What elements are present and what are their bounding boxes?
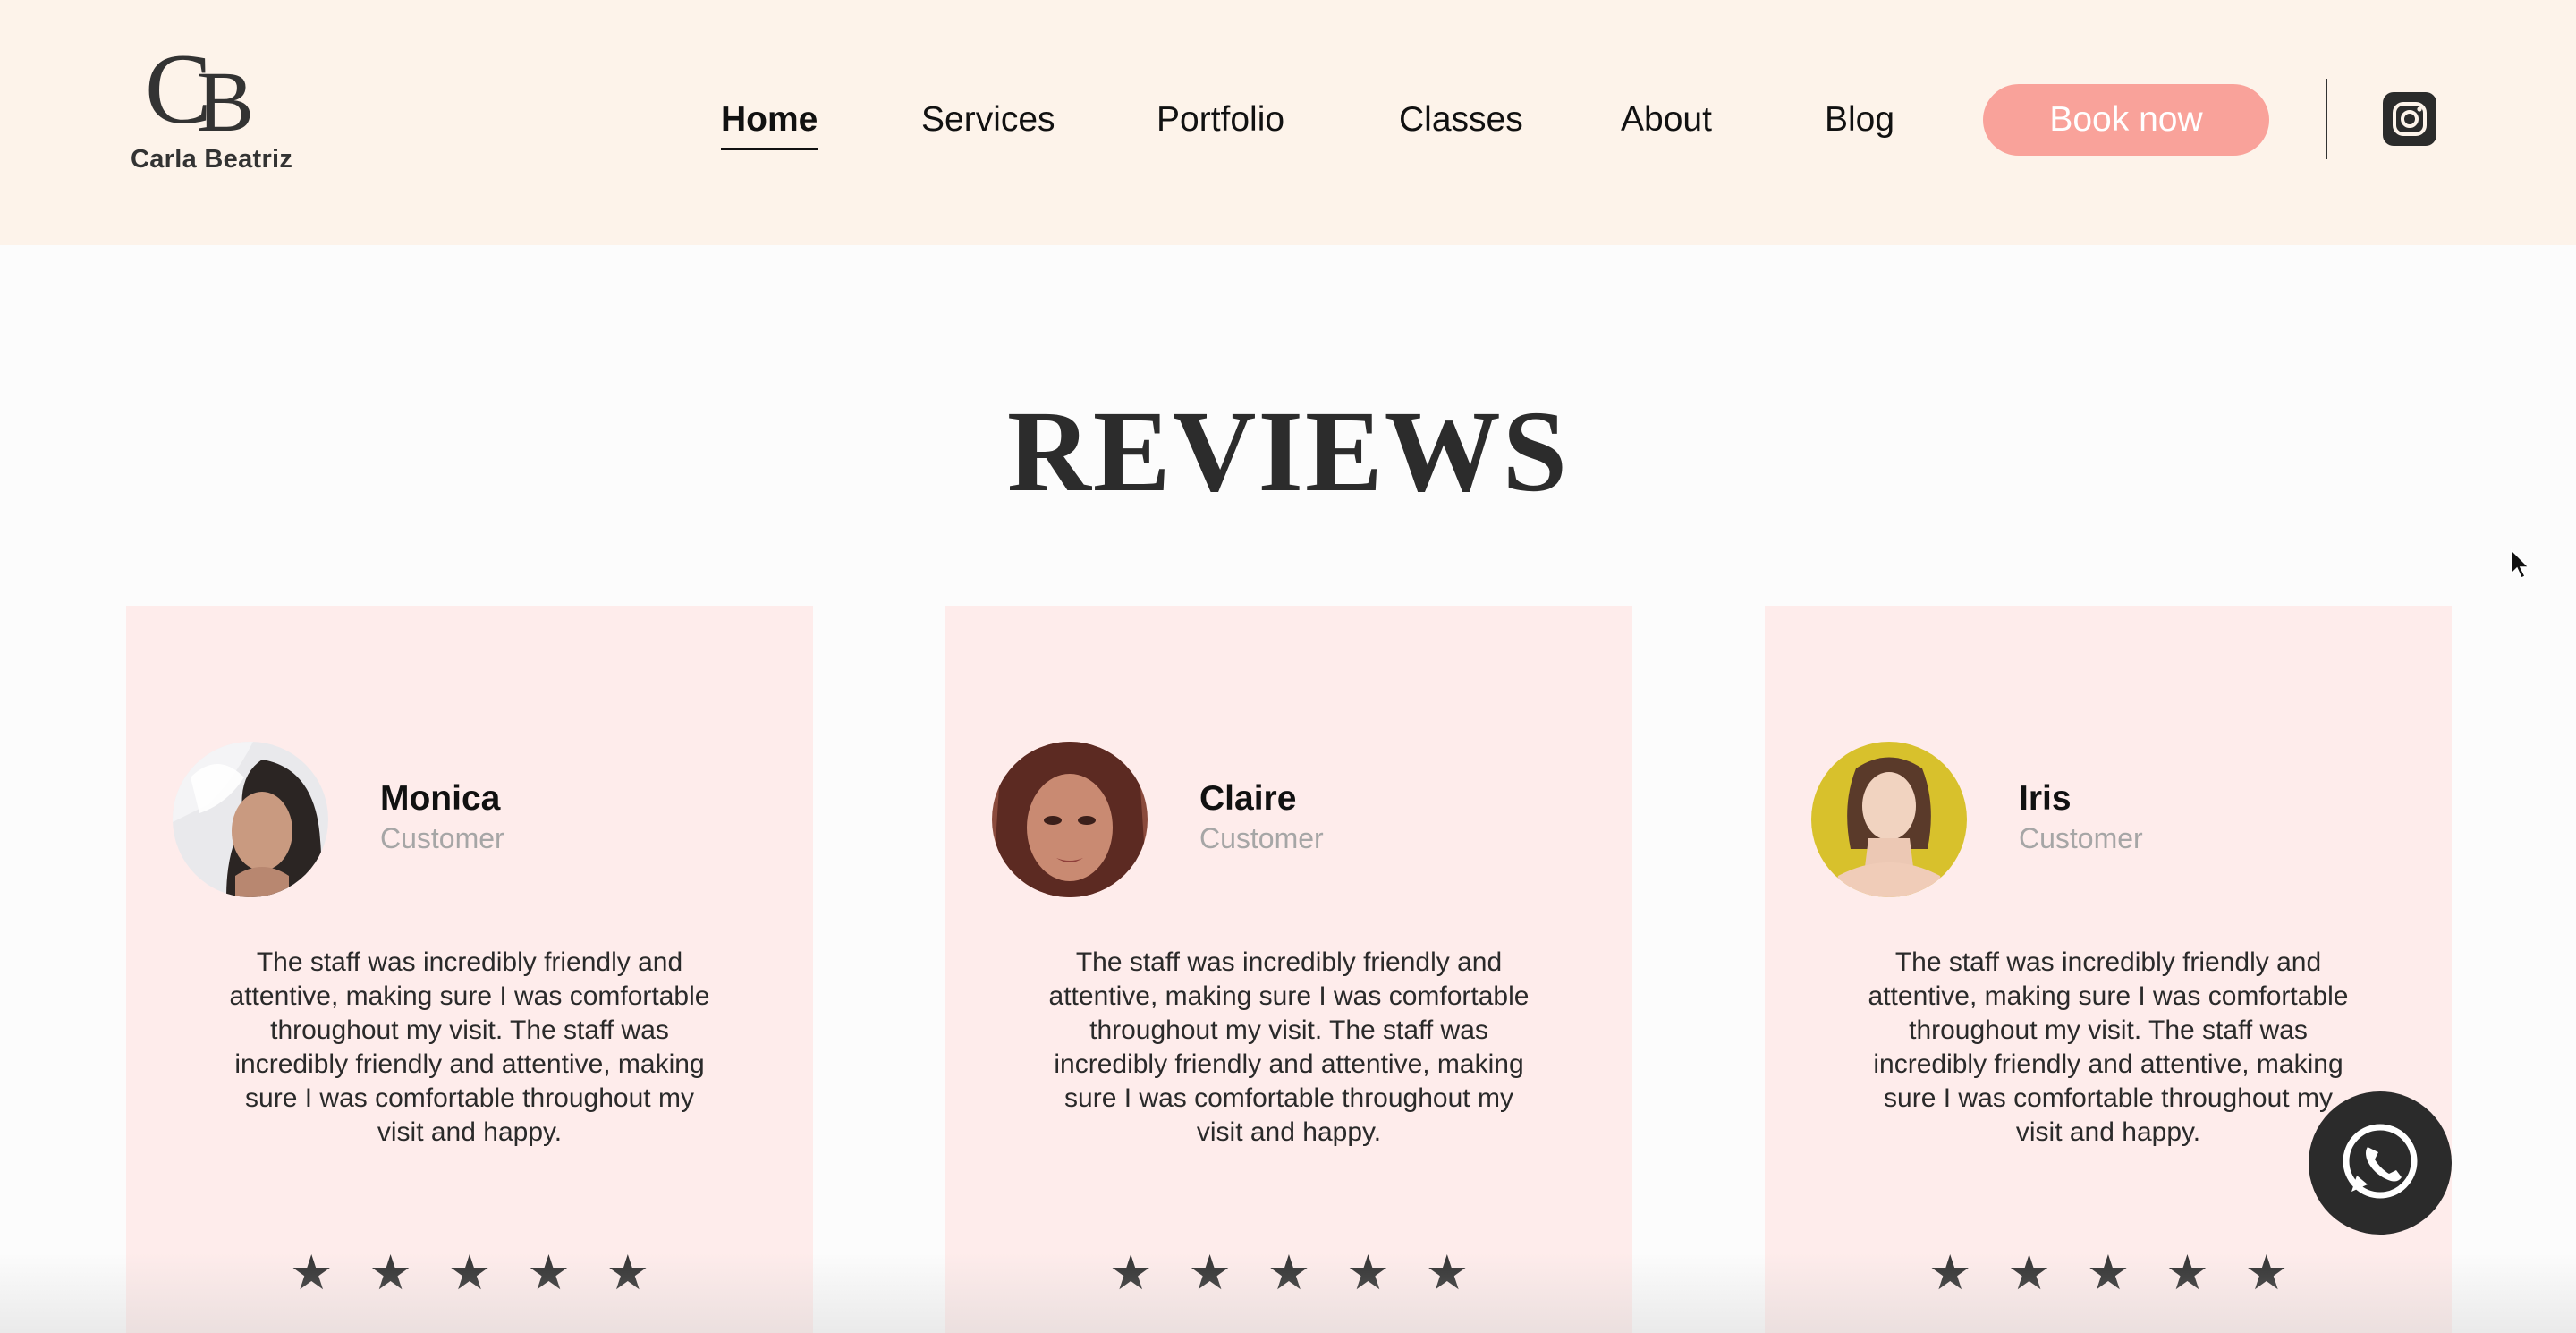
star-icon: ★ [289,1246,369,1300]
star-icon: ★ [1188,1246,1267,1300]
book-now-button[interactable]: Book now [1983,84,2269,156]
star-icon: ★ [369,1246,448,1300]
star-icon: ★ [447,1246,528,1300]
star-icon: ★ [1267,1246,1347,1300]
star-icon: ★ [1108,1246,1189,1300]
review-text: The staff was incredibly friendly and at… [1048,947,1530,1147]
star-icon: ★ [1346,1246,1426,1300]
nav-about[interactable]: About [1621,91,1712,149]
nav-blog[interactable]: Blog [1825,91,1894,149]
reviewer-name: Claire [1199,779,1297,818]
instagram-icon[interactable] [2383,92,2436,146]
nav-portfolio[interactable]: Portfolio [1157,91,1284,149]
review-card-claire: Claire Customer The staff was incredibly… [945,606,1632,1333]
star-icon: ★ [527,1246,606,1300]
star-icon: ★ [1928,1246,2008,1300]
header-divider [2326,79,2327,159]
rating-stars: ★★★★★ [1765,1246,2452,1300]
site-header: C B Carla Beatriz Home Services Portfoli… [0,0,2576,245]
star-icon: ★ [2244,1246,2325,1300]
brand-logo[interactable]: C B Carla Beatriz [131,39,292,183]
avatar-monica [173,742,328,897]
review-text: The staff was incredibly friendly and at… [229,947,710,1147]
reviewer-name: Monica [380,779,501,818]
reviewer-role: Customer [1199,822,1324,854]
nav-services[interactable]: Services [921,91,1055,149]
star-icon: ★ [2165,1246,2245,1300]
rating-stars: ★★★★★ [126,1246,813,1300]
monogram-b: B [197,54,255,149]
brand-monogram: C B [131,39,283,149]
nav-classes[interactable]: Classes [1399,91,1523,149]
star-icon: ★ [1425,1246,1505,1300]
whatsapp-icon[interactable] [2309,1091,2452,1235]
review-card-monica: Monica Customer The staff was incredibly… [126,606,813,1333]
avatar-iris [1811,742,1967,897]
nav-home[interactable]: Home [721,91,818,150]
reviews-title: REVIEWS [1006,387,1570,516]
star-icon: ★ [2086,1246,2166,1300]
reviewer-role: Customer [380,822,504,854]
reviewer-role: Customer [2019,822,2143,854]
rating-stars: ★★★★★ [945,1246,1632,1300]
reviewer-name: Iris [2019,779,2072,818]
star-icon: ★ [2007,1246,2087,1300]
star-icon: ★ [606,1246,686,1300]
review-text: The staff was incredibly friendly and at… [1868,947,2349,1147]
avatar-claire [992,742,1148,897]
mouse-cursor-icon [2510,548,2531,581]
